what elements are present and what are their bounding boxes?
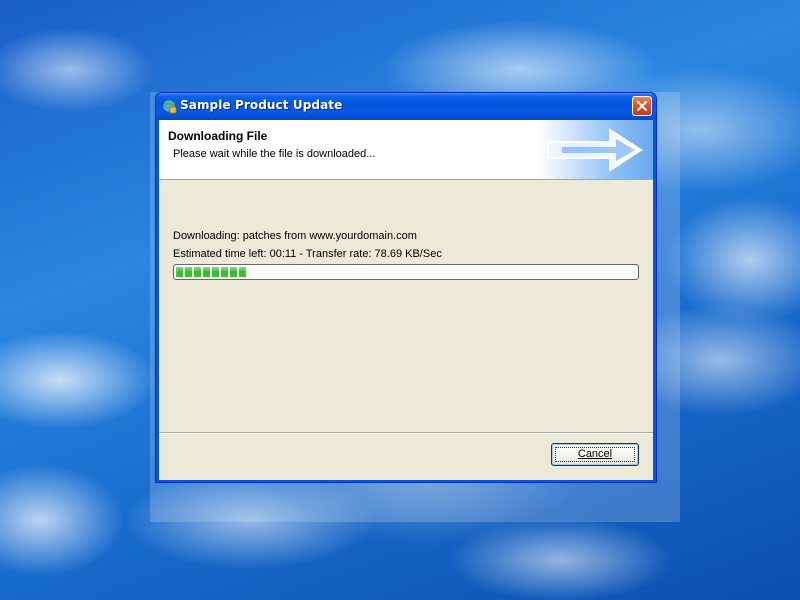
header-title: Downloading File <box>168 129 268 143</box>
dialog-client-area: Downloading File Please wait while the f… <box>159 120 653 480</box>
close-button[interactable] <box>632 96 652 116</box>
close-icon <box>637 101 647 111</box>
time-remaining-text: Estimated time left: 00:11 - Transfer ra… <box>173 248 442 260</box>
update-dialog: Sample Product Update Downloading File P… <box>155 92 657 483</box>
progress-fill <box>176 267 246 277</box>
window-title: Sample Product Update <box>180 98 343 112</box>
arrow-right-icon <box>547 128 643 172</box>
button-area-divider <box>159 432 653 434</box>
wizard-header: Downloading File Please wait while the f… <box>159 120 653 180</box>
cancel-button[interactable]: Cancel <box>551 443 639 466</box>
title-bar[interactable]: Sample Product Update <box>156 93 656 120</box>
cancel-button-label: Cancel <box>577 448 613 460</box>
header-banner <box>538 120 653 179</box>
header-subtitle: Please wait while the file is downloaded… <box>173 148 376 160</box>
download-progress-bar <box>173 264 639 280</box>
update-app-icon <box>161 98 177 114</box>
download-source-text: Downloading: patches from www.yourdomain… <box>173 230 417 242</box>
